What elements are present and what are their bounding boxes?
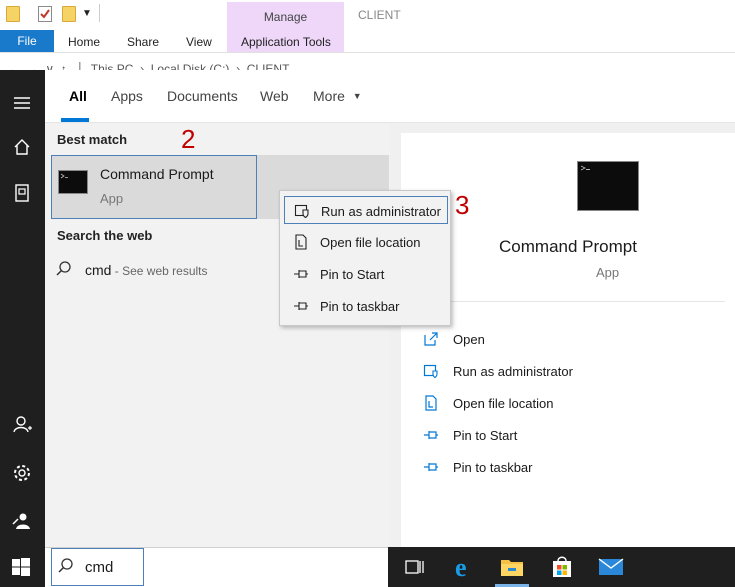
tab-view[interactable]: View	[186, 35, 212, 49]
results-list: Best match Command Prompt App Search the…	[45, 124, 390, 547]
address-bar[interactable]: ← → ∨ ↑ │ This PC › Local Disk (C:) › CL…	[0, 56, 735, 70]
context-pin-to-taskbar[interactable]: Pin to taskbar	[284, 292, 448, 320]
detail-title: Command Prompt	[499, 237, 637, 256]
qat-dropdown-icon[interactable]: ▼	[82, 8, 92, 19]
step-3-annotation: 3	[455, 190, 470, 220]
action-open-label: Open	[453, 332, 485, 347]
web-suffix: - See web results	[111, 264, 208, 278]
context-menu: Run as administrator Open file location …	[279, 190, 451, 326]
shield-icon	[294, 203, 310, 219]
action-run-as-administrator-label: Run as administrator	[453, 364, 573, 379]
context-open-file-location-label: Open file location	[320, 235, 421, 250]
file-explorer-ribbon: ▼ Manage CLIENT File Home Share View App…	[0, 0, 735, 70]
tab-share[interactable]: Share	[127, 35, 159, 49]
context-pin-to-start-label: Pin to Start	[320, 267, 385, 282]
action-pin-to-start-label: Pin to Start	[453, 428, 518, 443]
svg-text:e: e	[455, 553, 467, 581]
ribbon-divider	[0, 52, 735, 53]
store-icon[interactable]	[548, 553, 576, 581]
file-location-icon	[293, 234, 309, 250]
edge-browser-icon[interactable]: e	[451, 553, 479, 582]
command-prompt-app-icon	[58, 170, 88, 194]
detail-subtitle: App	[596, 265, 620, 280]
action-pin-to-start[interactable]: Pin to Start	[423, 425, 723, 449]
pin-icon	[293, 298, 309, 314]
pin-icon	[423, 427, 439, 443]
feedback-icon[interactable]	[11, 510, 33, 532]
shield-icon	[423, 363, 439, 379]
address-path: ← → ∨ ↑ │ This PC › Local Disk (C:) › CL…	[8, 62, 290, 70]
tab-file[interactable]: File	[0, 30, 54, 52]
manage-label: Manage	[263, 10, 308, 24]
mail-icon[interactable]	[597, 553, 625, 581]
pin-icon	[423, 459, 439, 475]
best-match-subtitle: App	[100, 191, 124, 206]
app-detail-pane: Command Prompt App Open Run as administr…	[401, 133, 735, 547]
file-location-icon	[423, 395, 439, 411]
web-result-text: cmd - See web results	[85, 262, 208, 278]
best-match-heading: Best match	[57, 132, 128, 147]
step-2-annotation: 2	[181, 124, 196, 154]
context-pin-to-taskbar-label: Pin to taskbar	[320, 299, 400, 314]
new-folder-icon[interactable]	[62, 6, 76, 22]
filter-documents[interactable]: Documents	[167, 88, 238, 104]
search-filter-bar: All Apps Documents Web More ▼	[45, 70, 735, 123]
chevron-down-icon: ▼	[352, 91, 362, 101]
start-sidebar	[0, 70, 45, 547]
filter-all[interactable]: All	[69, 88, 87, 104]
filter-apps[interactable]: Apps	[111, 88, 143, 104]
pin-icon	[293, 266, 309, 282]
search-box-highlight	[51, 548, 144, 586]
hamburger-menu-icon[interactable]	[11, 92, 33, 114]
task-view-icon[interactable]	[400, 553, 428, 581]
user-account-icon[interactable]	[11, 413, 33, 435]
best-match-title: Command Prompt	[100, 166, 214, 182]
filter-more-label: More	[313, 88, 345, 104]
qat-divider	[99, 4, 100, 22]
context-open-file-location[interactable]: Open file location	[284, 228, 448, 256]
web-query: cmd	[85, 262, 112, 278]
filter-web[interactable]: Web	[260, 88, 289, 104]
action-open[interactable]: Open	[423, 329, 723, 353]
best-match-highlight[interactable]: Command Prompt App	[51, 155, 257, 219]
detail-divider	[415, 301, 725, 302]
action-open-file-location-label: Open file location	[453, 396, 554, 411]
search-web-heading: Search the web	[57, 228, 153, 243]
tab-home[interactable]: Home	[68, 35, 100, 49]
windows-start-icon[interactable]	[12, 558, 30, 576]
context-run-as-administrator-label: Run as administrator	[321, 204, 441, 219]
file-explorer-icon[interactable]	[498, 553, 526, 581]
action-run-as-administrator[interactable]: Run as administrator	[423, 361, 723, 385]
open-icon	[423, 331, 439, 347]
folder-icon[interactable]	[6, 6, 20, 22]
properties-icon[interactable]	[38, 6, 52, 22]
context-pin-to-start[interactable]: Pin to Start	[284, 260, 448, 288]
action-pin-to-taskbar-label: Pin to taskbar	[453, 460, 533, 475]
command-prompt-large-icon	[577, 161, 639, 211]
home-icon[interactable]	[11, 136, 33, 158]
window-title: CLIENT	[358, 8, 401, 22]
context-run-as-administrator[interactable]: Run as administrator	[284, 196, 448, 224]
action-open-file-location[interactable]: Open file location	[423, 393, 723, 417]
tab-application-tools[interactable]: Application Tools	[241, 35, 331, 49]
filter-more[interactable]: More ▼	[313, 88, 362, 104]
active-filter-underline	[61, 118, 89, 122]
settings-gear-icon[interactable]	[11, 462, 33, 484]
action-pin-to-taskbar[interactable]: Pin to taskbar	[423, 457, 723, 481]
search-icon	[55, 260, 73, 278]
notebook-icon[interactable]	[11, 182, 33, 204]
